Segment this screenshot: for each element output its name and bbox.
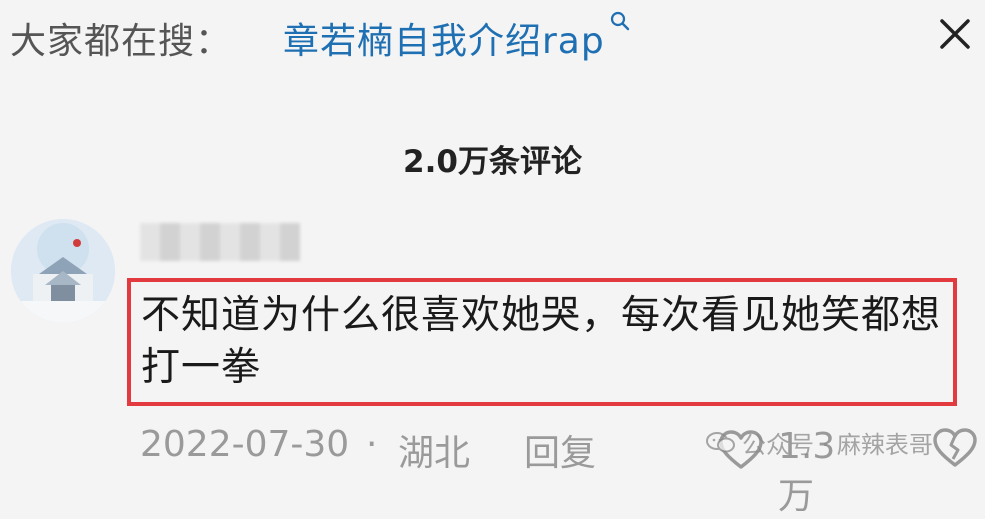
search-suggestion-bar: 大家都在搜： 章若楠自我介绍rap <box>0 0 985 82</box>
avatar-image <box>11 219 115 323</box>
comment-text: 不知道为什么很喜欢她哭，每次看见她笑都想打一拳 <box>141 293 942 390</box>
watermark: 公众号 · 麻辣表哥 <box>706 425 933 460</box>
comments-count-heading: 2.0万条评论 <box>403 144 582 180</box>
close-icon[interactable] <box>935 14 975 54</box>
avatar[interactable] <box>11 219 115 323</box>
wechat-icon <box>706 431 735 452</box>
broken-heart-icon[interactable] <box>932 428 978 468</box>
comment-location: 湖北 <box>398 433 471 474</box>
search-suggestion-link[interactable]: 章若楠自我介绍rap <box>283 10 631 64</box>
search-prefix-label: 大家都在搜： <box>10 21 233 62</box>
comment-date: 2022-07-30 <box>140 424 350 465</box>
meta-separator: · <box>366 424 378 465</box>
reply-button[interactable]: 回复 <box>524 424 596 476</box>
search-query-text[interactable]: 章若楠自我介绍rap <box>283 12 605 64</box>
search-icon[interactable] <box>609 10 631 32</box>
username-blurred <box>140 223 300 261</box>
comment-highlight-box: 不知道为什么很喜欢她哭，每次看见她笑都想打一拳 <box>127 278 957 406</box>
watermark-text: 公众号 · 麻辣表哥 <box>742 431 933 459</box>
